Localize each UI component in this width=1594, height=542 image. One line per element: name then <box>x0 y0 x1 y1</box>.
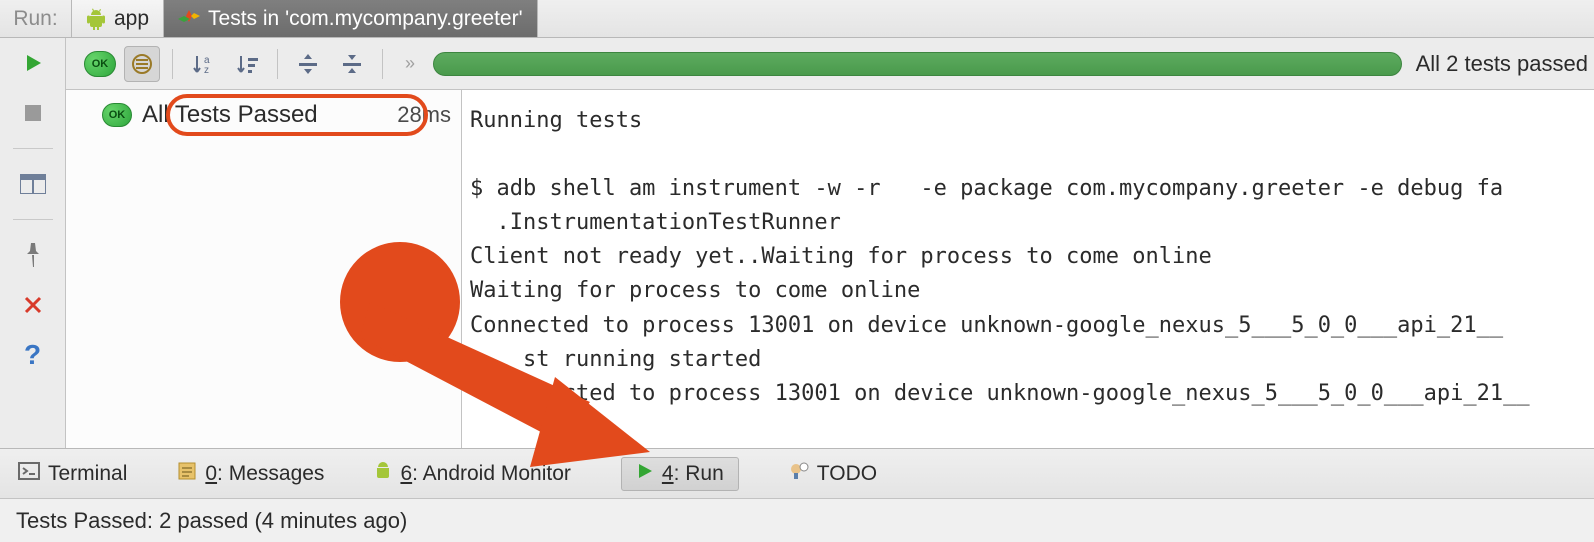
tab-android-monitor[interactable]: 6: Android Monitor <box>374 461 570 487</box>
messages-icon <box>177 461 197 487</box>
terminal-icon <box>18 462 40 486</box>
progress-text: All 2 tests passed <box>1416 51 1588 77</box>
show-ignored-button[interactable] <box>124 46 160 82</box>
tab-run-label: 4: Run <box>662 462 724 486</box>
pin-button[interactable] <box>15 240 51 270</box>
run-icon <box>636 462 654 486</box>
run-label: Run: <box>0 0 72 37</box>
tab-run[interactable]: 4: Run <box>621 457 739 491</box>
gutter-divider <box>13 148 53 149</box>
stop-button[interactable] <box>15 98 51 128</box>
test-ok-icon: OK <box>102 103 132 127</box>
overflow-chevron-icon[interactable]: » <box>405 53 415 74</box>
hide-passed-button[interactable]: OK <box>84 51 116 77</box>
console-line: cted to process 13001 on device unknown-… <box>470 381 1530 406</box>
gutter-toolbar: ? <box>0 38 66 448</box>
test-tree[interactable]: OK All Tests Passed 28ms <box>66 90 462 448</box>
tab-todo-label: TODO <box>817 462 877 486</box>
status-text: Tests Passed: 2 passed (4 minutes ago) <box>16 508 407 534</box>
main-area: ? OK az » <box>0 38 1594 448</box>
status-bar: Tests Passed: 2 passed (4 minutes ago) <box>0 498 1594 542</box>
todo-icon <box>789 461 809 487</box>
collapse-all-button[interactable] <box>334 46 370 82</box>
console-line: Connected to process 13001 on device unk… <box>470 313 1503 338</box>
close-button[interactable] <box>15 290 51 320</box>
test-progress: All 2 tests passed <box>433 51 1594 77</box>
tab-tests-label: Tests in 'com.mycompany.greeter' <box>208 7 523 31</box>
results-pane: OK az » All 2 tests passed <box>66 38 1594 448</box>
test-tree-root[interactable]: OK All Tests Passed 28ms <box>66 94 461 136</box>
tab-messages-label: 0: Messages <box>205 462 324 486</box>
rerun-button[interactable] <box>15 48 51 78</box>
android-icon <box>374 461 392 487</box>
toolbar-separator-3 <box>382 49 383 79</box>
tab-terminal[interactable]: Terminal <box>18 462 127 486</box>
console-line: st running started <box>470 347 761 372</box>
results-body: OK All Tests Passed 28ms Running tests $… <box>66 90 1594 448</box>
console-line: Client not ready yet..Waiting for proces… <box>470 244 1212 269</box>
tab-messages[interactable]: 0: Messages <box>177 461 324 487</box>
tab-android-monitor-label: 6: Android Monitor <box>400 462 570 486</box>
tab-tests[interactable]: Tests in 'com.mycompany.greeter' <box>164 0 538 37</box>
sort-duration-button[interactable] <box>229 46 265 82</box>
console-line: Running tests <box>470 108 642 133</box>
tab-app-label: app <box>114 7 149 31</box>
console-line: $ adb shell am instrument -w -r -e packa… <box>470 176 1503 201</box>
layout-button[interactable] <box>15 169 51 199</box>
toolbar-separator-1 <box>172 49 173 79</box>
console-line: .InstrumentationTestRunner <box>470 210 841 235</box>
svg-text:z: z <box>204 65 209 76</box>
results-toolbar: OK az » All 2 tests passed <box>66 38 1594 90</box>
android-icon <box>86 8 106 30</box>
bottom-panel-tabs: Terminal 0: Messages 6: Android Monitor … <box>0 448 1594 498</box>
gutter-divider-2 <box>13 219 53 220</box>
tab-strip: Run: app Tests in 'com.mycompany.greeter… <box>0 0 1594 38</box>
test-tree-root-timing: 28ms <box>397 102 451 128</box>
test-tree-root-label: All Tests Passed <box>142 101 318 129</box>
tab-todo[interactable]: TODO <box>789 461 877 487</box>
toolbar-separator-2 <box>277 49 278 79</box>
sort-alpha-button[interactable]: az <box>185 46 221 82</box>
console-line: Waiting for process to come online <box>470 278 920 303</box>
test-config-icon <box>178 10 200 28</box>
tab-app[interactable]: app <box>72 0 164 37</box>
tab-terminal-label: Terminal <box>48 462 127 486</box>
console-output[interactable]: Running tests $ adb shell am instrument … <box>462 90 1594 448</box>
help-icon: ? <box>24 339 41 371</box>
progress-bar <box>433 52 1402 76</box>
expand-all-button[interactable] <box>290 46 326 82</box>
help-button[interactable]: ? <box>15 340 51 370</box>
